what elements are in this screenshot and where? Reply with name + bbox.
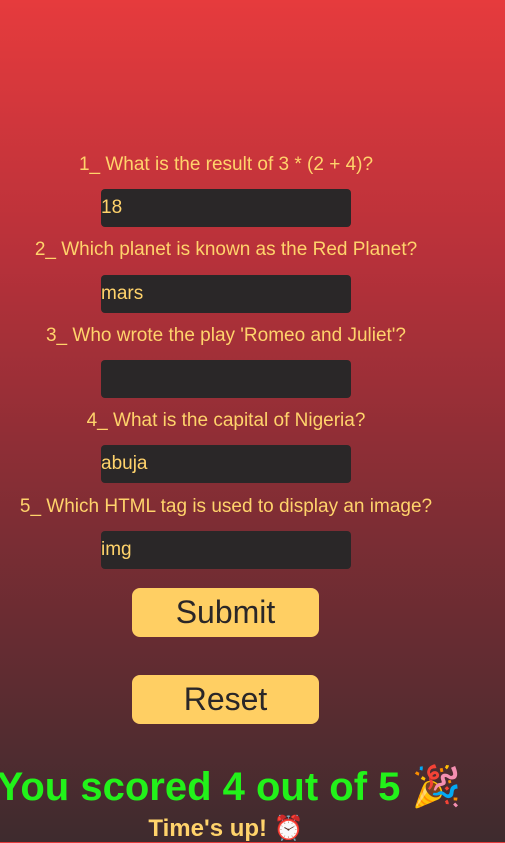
reset-button[interactable]: Reset	[132, 675, 319, 724]
answer-4-input[interactable]	[101, 445, 351, 483]
alarm-clock-icon: ⏰	[273, 815, 304, 842]
question-5-label: 5_ Which HTML tag is used to display an …	[19, 496, 433, 517]
question-4-label: 4_ What is the capital of Nigeria?	[86, 410, 366, 431]
submit-button[interactable]: Submit	[132, 588, 319, 637]
answer-5-input[interactable]	[101, 531, 351, 569]
answer-1-input[interactable]	[101, 189, 351, 227]
time-up-text: Time's up!	[148, 815, 268, 842]
question-2-label: 2_ Which planet is known as the Red Plan…	[34, 239, 418, 260]
party-popper-icon: 🎉	[411, 765, 462, 809]
question-1-label: 1_ What is the result of 3 * (2 + 4)?	[78, 154, 374, 175]
score-message: You scored 4 out of 5 🎉	[0, 764, 464, 810]
answer-3-input[interactable]	[101, 360, 351, 398]
question-3-label: 3_ Who wrote the play 'Romeo and Juliet'…	[45, 325, 406, 346]
time-up-message: Time's up! ⏰	[0, 815, 452, 843]
answer-2-input[interactable]	[101, 275, 351, 313]
score-text: You scored 4 out of 5	[0, 765, 401, 809]
